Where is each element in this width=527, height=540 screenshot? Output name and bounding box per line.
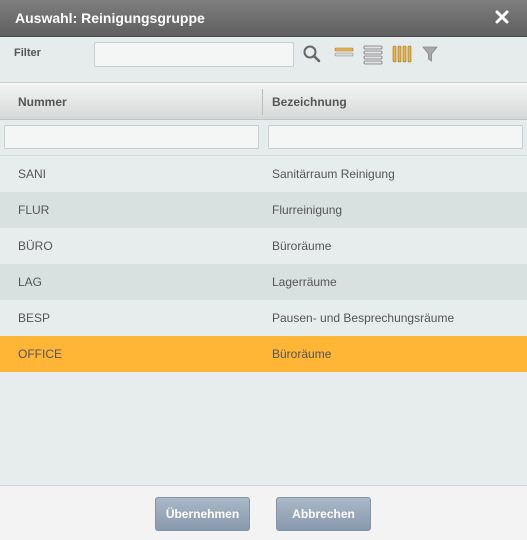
cell-bezeichnung: Lagerräume [272,275,337,289]
nummer-filter-input[interactable] [4,125,259,149]
table-row[interactable]: LAG Lagerräume [0,264,527,300]
cell-nummer: BÜRO [18,239,53,253]
columns-icon[interactable] [391,43,413,65]
close-icon[interactable] [494,9,510,25]
grid-body: SANI Sanitärraum Reinigung FLUR Flurrein… [0,156,527,372]
search-icon[interactable] [301,43,323,65]
cell-bezeichnung: Büroräume [272,239,332,253]
column-header-nummer[interactable]: Nummer [18,95,67,109]
rows-list-icon[interactable] [362,43,384,65]
bezeichnung-filter-input[interactable] [268,125,523,149]
column-filter-row [0,120,527,156]
filter-funnel-icon[interactable] [419,43,441,65]
cell-nummer: SANI [18,167,47,181]
rows-compact-icon[interactable] [333,43,355,65]
filter-bar: Filter [0,37,527,82]
cancel-button[interactable]: Abbrechen [276,497,371,531]
cell-nummer: FLUR [18,203,50,217]
filter-label: Filter [14,47,41,59]
selection-dialog: Auswahl: Reinigungsgruppe Filter Nummer … [0,0,527,540]
table-row[interactable]: SANI Sanitärraum Reinigung [0,156,527,192]
cell-bezeichnung: Sanitärraum Reinigung [272,167,395,181]
cell-bezeichnung: Pausen- und Besprechungsräume [272,311,455,325]
column-header-bezeichnung[interactable]: Bezeichnung [272,95,347,109]
cell-nummer: BESP [18,311,51,325]
cell-nummer: OFFICE [18,347,62,361]
filter-input[interactable] [94,42,294,67]
table-row[interactable]: FLUR Flurreinigung [0,192,527,228]
accept-button[interactable]: Übernehmen [155,497,250,531]
dialog-titlebar: Auswahl: Reinigungsgruppe [0,0,527,37]
cell-bezeichnung: Büroräume [272,347,332,361]
table-row[interactable]: BÜRO Büroräume [0,228,527,264]
grid-header: Nummer Bezeichnung [0,82,527,120]
column-divider[interactable] [262,89,263,115]
cell-bezeichnung: Flurreinigung [272,203,343,217]
dialog-title: Auswahl: Reinigungsgruppe [15,10,205,26]
cell-nummer: LAG [18,275,43,289]
dialog-footer: Übernehmen Abbrechen [0,485,527,540]
table-row-selected[interactable]: OFFICE Büroräume [0,336,527,372]
table-row[interactable]: BESP Pausen- und Besprechungsräume [0,300,527,336]
